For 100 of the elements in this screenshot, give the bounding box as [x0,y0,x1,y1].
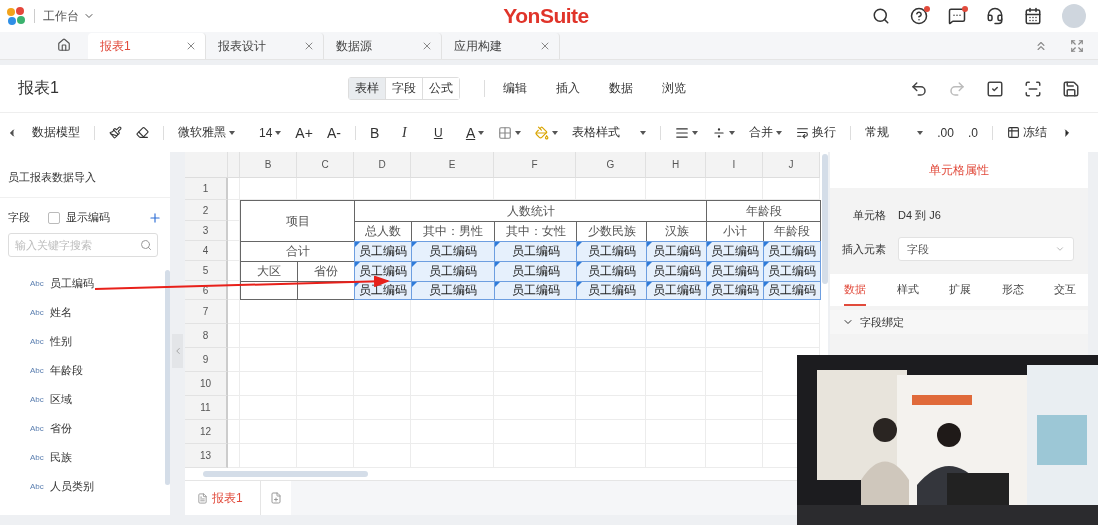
table-cell[interactable]: 员工编码 [354,281,412,300]
menu-item[interactable]: 数据 [609,80,633,97]
checkbox[interactable] [48,211,60,224]
border-button[interactable] [498,125,522,140]
field-item[interactable]: 民族 [49,449,72,465]
add-decimal-button[interactable]: .00 [937,125,954,140]
tab[interactable]: 应用构建 [442,33,560,59]
collapse-icon[interactable] [1034,39,1048,53]
underline-button[interactable]: U [433,125,452,140]
row-header[interactable]: 1 [185,178,228,200]
field-item[interactable]: 性别 [49,333,72,349]
row-header[interactable]: 8 [185,324,228,348]
remove-decimal-button[interactable]: .0 [967,125,978,140]
help-icon[interactable] [910,7,928,25]
field-item[interactable]: 区域 [49,391,72,407]
field-item[interactable]: 年龄段 [49,362,83,378]
tab[interactable]: 报表1 [88,33,206,59]
message-icon[interactable] [948,7,966,25]
table-cell[interactable]: 员工编码 [576,261,647,281]
table-cell[interactable]: 员工编码 [576,281,647,300]
row-header[interactable]: 3 [185,221,228,241]
scrollbar[interactable] [822,154,828,284]
column-header[interactable]: J [763,152,820,178]
undo-icon[interactable] [910,79,928,98]
align-button[interactable] [675,125,699,140]
fullscreen-icon[interactable] [1070,39,1084,53]
row-header[interactable]: 9 [185,348,228,372]
font-color-button[interactable]: A [465,124,485,141]
column-header[interactable]: D [354,152,411,178]
column-header[interactable]: C [297,152,354,178]
table-cell[interactable]: 员工编码 [706,241,764,261]
add-sheet-icon[interactable] [270,492,282,504]
data-model-button[interactable]: 数据模型 [32,124,80,141]
eraser-icon[interactable] [136,126,149,139]
tab[interactable]: 报表设计 [206,33,324,59]
column-header[interactable]: E [411,152,494,178]
table-cell[interactable]: 员工编码 [411,281,495,300]
scrollbar[interactable] [203,471,368,477]
table-cell[interactable]: 员工编码 [411,241,495,261]
column-header[interactable] [228,152,240,178]
table-cell[interactable]: 员工编码 [706,281,764,300]
property-tab[interactable]: 数据 [844,274,866,306]
table-cell[interactable]: 员工编码 [646,261,707,281]
bold-button[interactable]: B [369,124,388,141]
home-icon[interactable] [57,38,71,52]
calendar-icon[interactable] [1024,7,1042,25]
scan-icon[interactable] [1024,79,1042,98]
format-painter-icon[interactable] [109,126,122,139]
search-field[interactable]: 输入关键字搜索 [8,233,158,257]
column-header[interactable]: B [240,152,297,178]
row-header[interactable]: 10 [185,372,228,396]
number-format-dropdown[interactable]: 常规 [865,124,924,141]
corner-cell[interactable] [185,152,228,178]
decrease-font-button[interactable]: A- [326,124,341,141]
column-header[interactable]: G [576,152,646,178]
row-header[interactable]: 7 [185,300,228,324]
row-header[interactable]: 4 [185,241,228,261]
mode-button[interactable]: 表样 [349,78,386,99]
close-icon[interactable] [539,40,551,52]
table-cell[interactable]: 员工编码 [494,281,577,300]
column-header[interactable]: I [706,152,763,178]
table-cell[interactable]: 员工编码 [763,281,821,300]
menu-item[interactable]: 插入 [556,80,580,97]
menu-item[interactable]: 编辑 [503,80,527,97]
italic-button[interactable]: I [401,124,420,141]
redo-icon[interactable] [948,79,966,98]
table-cell[interactable]: 员工编码 [494,261,577,281]
add-button[interactable] [148,210,162,225]
property-tab[interactable]: 形态 [1001,274,1024,306]
wrap-button[interactable]: 换行 [796,124,837,141]
row-header[interactable]: 12 [185,420,228,444]
close-icon[interactable] [185,40,197,52]
close-icon[interactable] [303,40,315,52]
table-style-dropdown[interactable]: 表格样式 [572,124,647,141]
check-icon[interactable] [986,79,1004,98]
table-cell[interactable]: 员工编码 [576,241,647,261]
table-cell[interactable]: 年龄段 [706,200,821,221]
table-cell[interactable]: 员工编码 [763,241,821,261]
table-cell[interactable]: 员工编码 [354,261,412,281]
section-header[interactable]: 字段绑定 [830,310,1088,334]
freeze-button[interactable]: 冻结 [1006,124,1047,141]
column-header[interactable]: F [494,152,576,178]
close-icon[interactable] [421,40,433,52]
table-cell[interactable]: 年龄段 [763,221,821,241]
table-cell[interactable]: 合计 [240,241,355,261]
font-size-dropdown[interactable]: 14 [259,125,282,140]
field-item[interactable]: 人员类别 [49,478,94,494]
avatar[interactable] [1062,4,1086,28]
table-cell[interactable]: 大区 [240,261,298,281]
sheet-tab[interactable]: 报表1 [185,481,261,515]
field-item[interactable]: 员工编码 [49,275,94,291]
headset-icon[interactable] [986,7,1004,25]
property-tab[interactable]: 扩展 [949,274,971,306]
row-header[interactable]: 2 [185,200,228,221]
table-cell[interactable]: 员工编码 [763,261,821,281]
table-cell[interactable]: 员工编码 [494,241,577,261]
field-item[interactable]: 省份 [49,420,72,436]
table-cell[interactable]: 员工编码 [354,241,412,261]
font-dropdown[interactable]: 微软雅黑 [178,124,235,141]
scrollbar[interactable] [165,270,170,485]
